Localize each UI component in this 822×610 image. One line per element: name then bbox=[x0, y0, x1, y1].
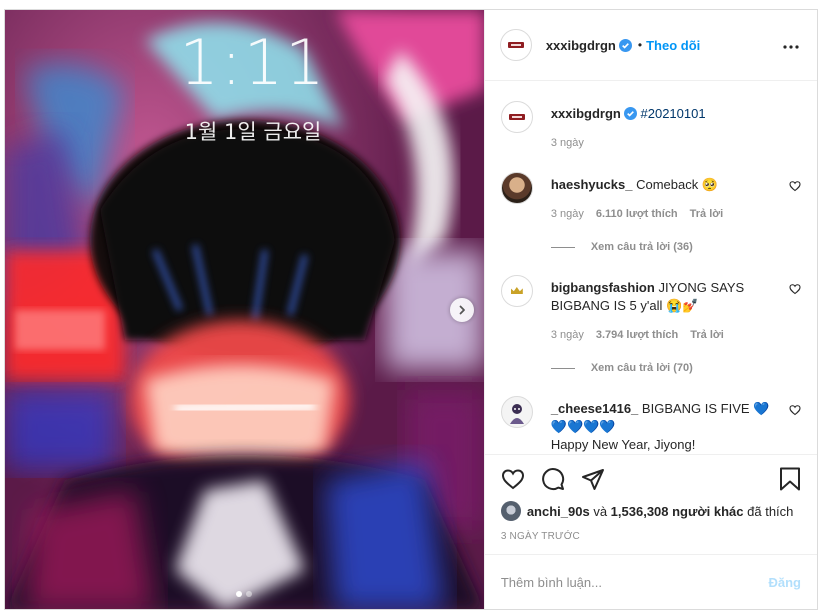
comment-text: Comeback 🥺 bbox=[636, 177, 719, 192]
share-button[interactable] bbox=[581, 463, 621, 495]
comment-icon bbox=[541, 468, 564, 491]
heart-icon bbox=[789, 405, 801, 416]
post-date[interactable]: 3 NGÀY TRƯỚC bbox=[501, 531, 801, 542]
likes-conjunction: và bbox=[593, 503, 608, 519]
commenter-avatar[interactable] bbox=[500, 396, 533, 428]
brand-logo bbox=[508, 114, 525, 120]
caption-hashtag[interactable]: #20210101 bbox=[641, 106, 706, 121]
author-username[interactable]: xxxibgdrgn bbox=[546, 38, 616, 53]
comments-list[interactable]: xxxibgdrgn #20210101 3 ngày haeshyucks_ … bbox=[485, 81, 817, 454]
post-header: xxxibgdrgn • Theo dõi bbox=[484, 10, 817, 81]
likes-suffix: đã thích bbox=[747, 503, 794, 519]
comment-item: haeshyucks_ Comeback 🥺 3 ngày 6.110 lượt… bbox=[500, 172, 801, 223]
save-button[interactable] bbox=[777, 463, 801, 495]
carousel-dot bbox=[246, 591, 253, 597]
caption: xxxibgdrgn #20210101 3 ngày bbox=[500, 101, 801, 152]
caption-username[interactable]: xxxibgdrgn bbox=[551, 106, 621, 121]
comment-likes[interactable]: 6.110 lượt thích bbox=[596, 205, 678, 223]
author-info: xxxibgdrgn • Theo dõi bbox=[546, 38, 700, 53]
like-button[interactable] bbox=[501, 463, 541, 495]
comment-like-button[interactable] bbox=[777, 396, 801, 454]
carousel-indicator bbox=[5, 591, 484, 597]
liker-username[interactable]: anchi_90s bbox=[527, 504, 590, 519]
heart-icon bbox=[789, 181, 801, 192]
likes-others[interactable]: 1,536,308 người khác bbox=[611, 504, 744, 519]
post-media: 1:11 1월 1일 금요일 bbox=[5, 10, 484, 609]
comment-body: _cheese1416_ BIGBANG IS FIVE 💙💙💙💙💙 Happy… bbox=[551, 396, 777, 454]
more-options-icon[interactable] bbox=[779, 40, 803, 50]
heart-icon bbox=[789, 284, 801, 295]
follow-separator: • bbox=[637, 38, 643, 52]
comment-time[interactable]: 3 ngày bbox=[551, 205, 584, 223]
follow-button[interactable]: Theo dõi bbox=[646, 38, 700, 53]
view-replies-button[interactable]: Xem câu trả lời (36) bbox=[550, 241, 801, 253]
comment-meta: 3 ngày 6.110 lượt thích Trả lời bbox=[551, 205, 777, 223]
liker-avatar[interactable] bbox=[500, 501, 521, 521]
reply-button[interactable]: Trả lời bbox=[690, 326, 724, 344]
comment-like-button[interactable] bbox=[777, 275, 801, 344]
comment-like-button[interactable] bbox=[777, 172, 801, 223]
caption-time[interactable]: 3 ngày bbox=[551, 134, 584, 152]
brand-logo bbox=[507, 42, 524, 48]
likes-summary: anchi_90s và 1,536,308 người khác đã thí… bbox=[500, 501, 801, 521]
comment-meta: 3 ngày 3.794 lượt thích Trả lời bbox=[551, 326, 777, 344]
send-icon bbox=[581, 469, 604, 490]
view-replies-label: Xem câu trả lời (70) bbox=[590, 362, 693, 374]
comment-item: _cheese1416_ BIGBANG IS FIVE 💙💙💙💙💙 Happy… bbox=[500, 396, 801, 454]
comment-username[interactable]: _cheese1416_ bbox=[551, 401, 638, 416]
character-avatar-icon bbox=[509, 404, 524, 424]
comment-item: bigbangsfashion JIYONG SAYS BIGBANG IS 5… bbox=[500, 275, 801, 344]
comment-likes[interactable]: 3.794 lượt thích bbox=[596, 326, 678, 344]
comment-button[interactable] bbox=[541, 463, 581, 495]
next-slide-button[interactable] bbox=[450, 298, 474, 322]
author-avatar[interactable] bbox=[499, 29, 532, 61]
heart-icon bbox=[501, 469, 524, 490]
post-actions: anchi_90s và 1,536,308 người khác đã thí… bbox=[484, 454, 817, 554]
comment-time[interactable]: 3 ngày bbox=[551, 326, 584, 344]
post-side-panel: xxxibgdrgn • Theo dõi xxxibgdrgn #202101… bbox=[483, 10, 817, 609]
caption-body: xxxibgdrgn #20210101 3 ngày bbox=[551, 101, 801, 152]
caption-meta: 3 ngày bbox=[551, 134, 801, 152]
verified-badge-icon bbox=[618, 38, 632, 52]
chevron-right-icon bbox=[459, 305, 465, 315]
add-comment-bar: Đăng bbox=[484, 554, 817, 609]
replies-divider bbox=[550, 367, 575, 369]
crown-icon bbox=[510, 287, 523, 294]
comment-username[interactable]: haeshyucks_ bbox=[551, 177, 633, 192]
replies-divider bbox=[550, 246, 575, 248]
comment-body: bigbangsfashion JIYONG SAYS BIGBANG IS 5… bbox=[551, 275, 777, 344]
verified-badge-icon bbox=[623, 107, 637, 120]
bookmark-icon bbox=[780, 467, 800, 491]
post-comment-button[interactable]: Đăng bbox=[769, 575, 802, 590]
view-replies-button[interactable]: Xem câu trả lời (70) bbox=[550, 362, 801, 374]
comment-body: haeshyucks_ Comeback 🥺 3 ngày 6.110 lượt… bbox=[551, 172, 777, 223]
instagram-post-dialog: 1:11 1월 1일 금요일 xxxibgdrgn • Theo dõi xxx… bbox=[4, 9, 818, 610]
commenter-avatar[interactable] bbox=[500, 172, 533, 204]
comment-username[interactable]: bigbangsfashion bbox=[551, 280, 655, 295]
commenter-avatar[interactable] bbox=[500, 275, 533, 307]
carousel-dot bbox=[236, 591, 243, 597]
post-photo bbox=[5, 10, 484, 609]
action-icons bbox=[501, 463, 801, 495]
lockscreen-time: 1:11 bbox=[179, 26, 327, 99]
caption-avatar[interactable] bbox=[500, 101, 533, 133]
comment-text-line2: Happy New Year, Jiyong! bbox=[550, 437, 696, 452]
view-replies-label: Xem câu trả lời (36) bbox=[590, 241, 693, 253]
add-comment-input[interactable] bbox=[500, 574, 769, 590]
lockscreen-date: 1월 1일 금요일 bbox=[184, 120, 322, 144]
reply-button[interactable]: Trả lời bbox=[690, 205, 724, 223]
